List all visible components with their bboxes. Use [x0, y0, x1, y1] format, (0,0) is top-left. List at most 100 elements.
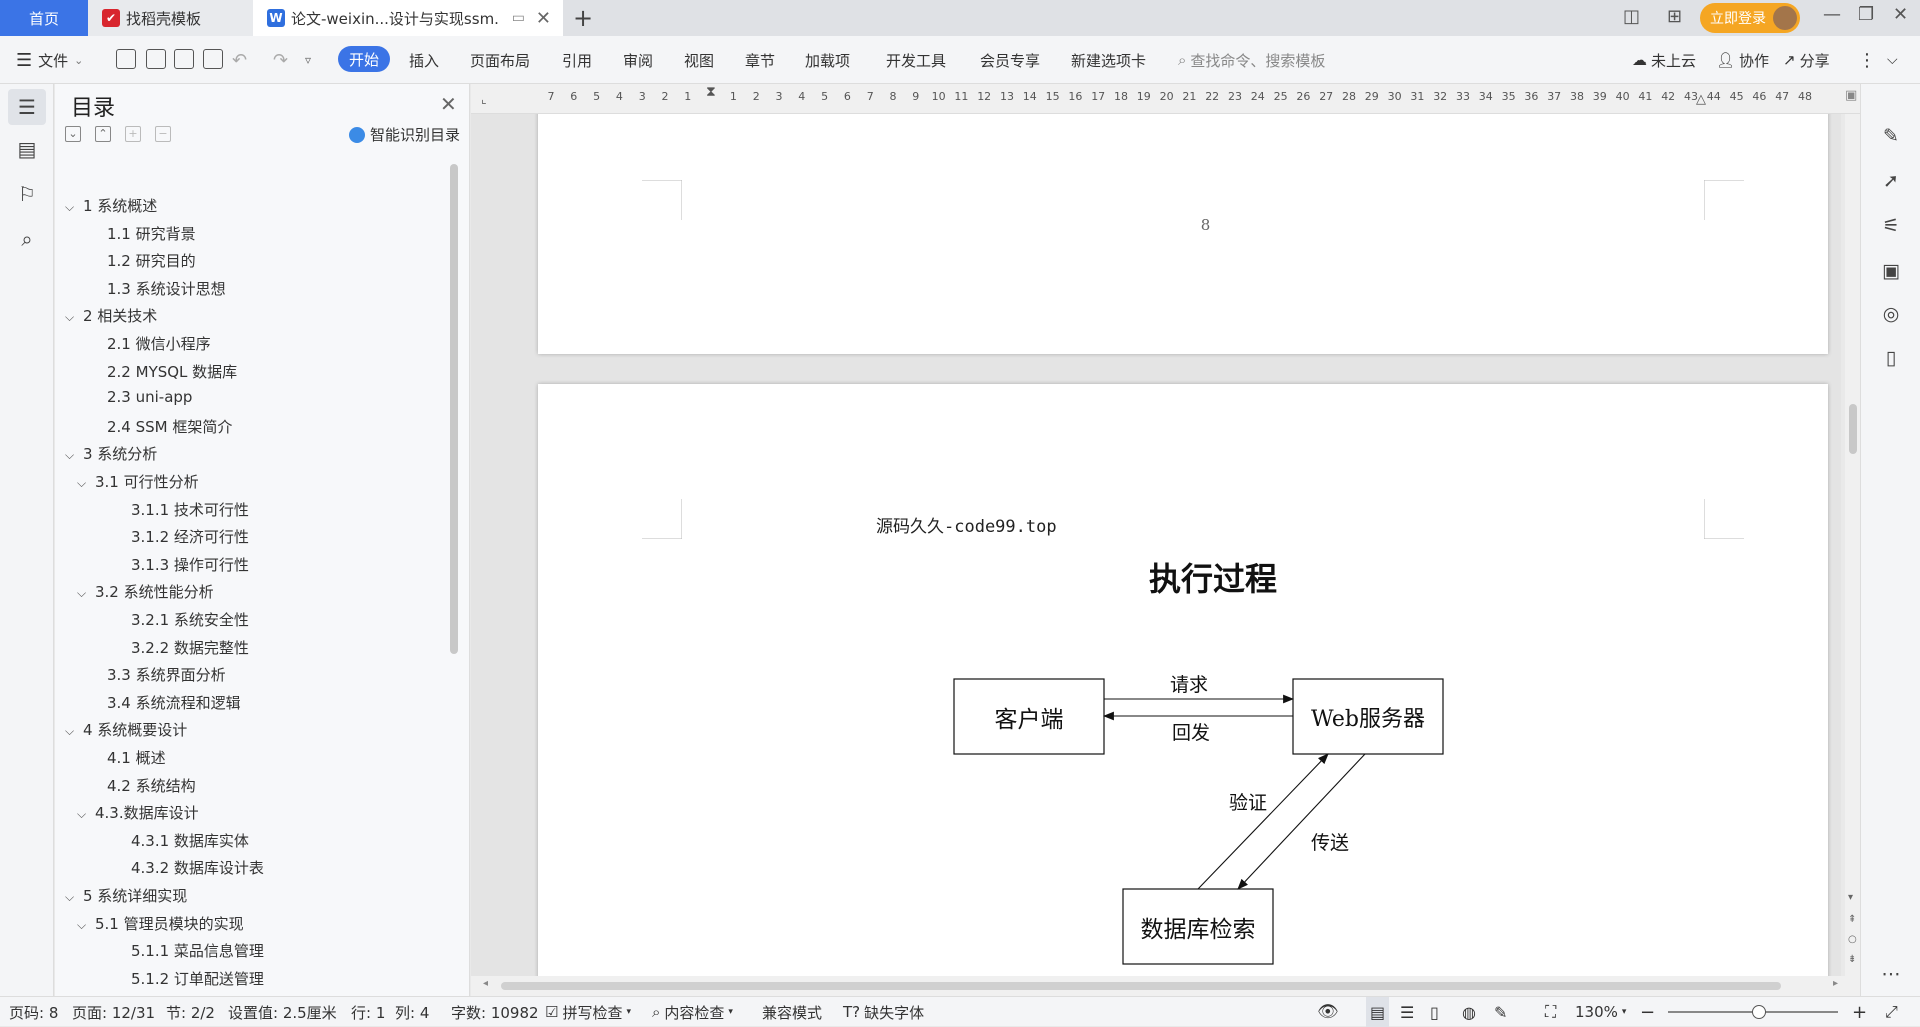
write-mode-icon[interactable]: ✎: [1494, 997, 1507, 1027]
chevron-down-icon[interactable]: ⌵: [65, 724, 83, 739]
remove-item-icon[interactable]: −: [155, 126, 171, 142]
minimize-icon[interactable]: —: [1823, 4, 1841, 25]
prev-page-icon[interactable]: ⇞: [1848, 914, 1856, 925]
status-page[interactable]: 页面: 12/31: [72, 997, 155, 1027]
collapse-all-icon[interactable]: ⌃: [95, 126, 111, 142]
tab-chapter[interactable]: 章节: [745, 36, 775, 84]
collab-button[interactable]: 👤︎ 协作: [1716, 36, 1769, 84]
tab-page-layout[interactable]: 页面布局: [470, 36, 530, 84]
zoom-slider-handle[interactable]: [1752, 1005, 1766, 1019]
cursor-icon[interactable]: ➚: [1879, 169, 1903, 193]
more-horizontal-icon[interactable]: ⋯: [1879, 962, 1903, 986]
toc-item[interactable]: ⌵ 1 系统概述: [65, 195, 157, 216]
status-words[interactable]: 字数: 10982: [451, 997, 539, 1027]
zoom-level[interactable]: 130% ▾: [1575, 997, 1626, 1027]
toc-item[interactable]: 1.2 研究目的: [85, 250, 196, 271]
grid-apps-icon[interactable]: ⊞: [1667, 6, 1682, 27]
tab-member[interactable]: 会员专享: [980, 36, 1040, 84]
select-browse-icon[interactable]: ○: [1848, 934, 1857, 945]
toc-item[interactable]: 3.1.1 技术可行性: [107, 499, 249, 520]
toc-item[interactable]: 2.3 uni-app: [85, 388, 192, 406]
outline-view-icon[interactable]: ☰: [1400, 997, 1414, 1027]
toc-item[interactable]: 3.2.2 数据完整性: [107, 637, 249, 658]
toc-item[interactable]: 3.3 系统界面分析: [85, 664, 226, 685]
status-section[interactable]: 节: 2/2: [166, 997, 215, 1027]
close-window-icon[interactable]: ✕: [1893, 4, 1908, 25]
toc-item[interactable]: 4.3.2 数据库设计表: [107, 857, 264, 878]
toc-item[interactable]: 1.1 研究背景: [85, 223, 196, 244]
status-row[interactable]: 行: 1: [351, 997, 385, 1027]
login-button[interactable]: 立即登录: [1700, 3, 1800, 33]
tab-stop-icon[interactable]: ⌞: [481, 92, 487, 106]
toc-item[interactable]: 4.1 概述: [85, 747, 166, 768]
right-indent-icon[interactable]: △: [1696, 92, 1706, 107]
tab-document[interactable]: W 论文-weixin...设计与实现ssm. ▭ ✕: [253, 0, 563, 36]
chevron-down-icon[interactable]: ⌵: [65, 200, 83, 215]
fullscreen-icon[interactable]: ⤢: [1885, 997, 1898, 1027]
toc-item[interactable]: ⌵ 3.2 系统性能分析: [77, 581, 214, 602]
toc-item[interactable]: 3.1.3 操作可行性: [107, 554, 249, 575]
close-icon[interactable]: ✕: [440, 92, 457, 116]
chevron-down-icon[interactable]: ⌵: [65, 310, 83, 325]
print-icon[interactable]: [174, 49, 194, 69]
toc-item[interactable]: 2.2 MYSQL 数据库: [85, 361, 237, 382]
more-vertical-icon[interactable]: ⋮: [1858, 36, 1876, 84]
pen-icon[interactable]: ✎: [1879, 124, 1903, 148]
new-tab-button[interactable]: +: [563, 0, 603, 36]
indent-marker-icon[interactable]: ⧗: [706, 84, 716, 100]
vertical-scroll-thumb[interactable]: [1849, 404, 1857, 454]
toc-item[interactable]: 2.4 SSM 框架简介: [85, 416, 232, 437]
image-tool-icon[interactable]: ▣: [1879, 259, 1903, 283]
collapse-ribbon-icon[interactable]: ⌵: [1887, 36, 1898, 84]
book-icon[interactable]: ▯: [1879, 346, 1903, 370]
tab-home[interactable]: 首页: [0, 0, 88, 36]
reading-mode-icon[interactable]: ◫: [1623, 6, 1640, 27]
sliders-icon[interactable]: ⚟: [1879, 214, 1903, 238]
next-page-icon[interactable]: ⇟: [1848, 954, 1856, 965]
chevron-down-icon[interactable]: ⌵: [77, 807, 95, 822]
toc-scrollbar[interactable]: [450, 164, 458, 654]
chapter-panel-icon[interactable]: ▤: [15, 137, 39, 161]
redo-icon[interactable]: ↷: [273, 36, 288, 84]
horizontal-scroll-thumb[interactable]: [501, 982, 1781, 990]
smart-toc-button[interactable]: 智能识别目录: [349, 124, 460, 145]
status-col[interactable]: 列: 4: [395, 997, 429, 1027]
save-icon[interactable]: [116, 49, 136, 69]
scroll-left-icon[interactable]: ◂: [483, 978, 488, 989]
toc-item[interactable]: 2.1 微信小程序: [85, 333, 211, 354]
tab-view[interactable]: 视图: [684, 36, 714, 84]
chevron-down-icon[interactable]: ⌵: [77, 586, 95, 601]
toc-item[interactable]: 3.2.1 系统安全性: [107, 609, 249, 630]
undo-icon[interactable]: ↶: [232, 36, 247, 84]
toc-panel-icon[interactable]: ☰: [8, 89, 46, 125]
vertical-scrollbar[interactable]: ▾ ⇞ ○ ⇟: [1845, 114, 1860, 976]
toc-item[interactable]: ⌵ 5 系统详细实现: [65, 885, 187, 906]
cloud-status[interactable]: ☁ 未上云: [1632, 36, 1696, 84]
status-setting[interactable]: 设置值: 2.5厘米: [228, 997, 337, 1027]
scroll-down-icon[interactable]: ▾: [1848, 892, 1853, 903]
chevron-down-icon[interactable]: ⌵: [77, 476, 95, 491]
pin-icon[interactable]: ▭: [512, 10, 525, 26]
restore-icon[interactable]: ❐: [1858, 4, 1874, 25]
bookmark-icon[interactable]: ⚐: [15, 182, 39, 206]
tab-home-ribbon[interactable]: 开始: [338, 46, 390, 72]
missing-font-button[interactable]: T? 缺失字体: [843, 997, 924, 1027]
ruler-toggle-icon[interactable]: ▣: [1845, 88, 1857, 103]
content-check-button[interactable]: ⌕ 内容检查 ▾: [652, 997, 733, 1027]
toc-item[interactable]: 5.1.2 订单配送管理: [107, 968, 264, 989]
chevron-down-icon[interactable]: ⌵: [65, 890, 83, 905]
page-view-icon[interactable]: ▤: [1366, 997, 1390, 1027]
fit-page-icon[interactable]: ⛶: [1545, 997, 1556, 1027]
scroll-right-icon[interactable]: ▸: [1833, 978, 1838, 989]
tab-references[interactable]: 引用: [562, 36, 592, 84]
horizontal-scrollbar[interactable]: ◂ ▸: [471, 976, 1860, 996]
toc-item[interactable]: 4.3.1 数据库实体: [107, 830, 249, 851]
toc-item[interactable]: ⌵ 3 系统分析: [65, 443, 157, 464]
eye-protection-icon[interactable]: 👁︎: [1317, 997, 1339, 1027]
chevron-down-icon[interactable]: ⌵: [77, 918, 95, 933]
export-pdf-icon[interactable]: [146, 49, 166, 69]
find-icon[interactable]: ⌕: [15, 227, 39, 251]
chevron-down-icon[interactable]: ⌵: [65, 448, 83, 463]
reading-view-icon[interactable]: ▯: [1430, 997, 1439, 1027]
share-button[interactable]: ↗ 分享: [1783, 36, 1830, 84]
